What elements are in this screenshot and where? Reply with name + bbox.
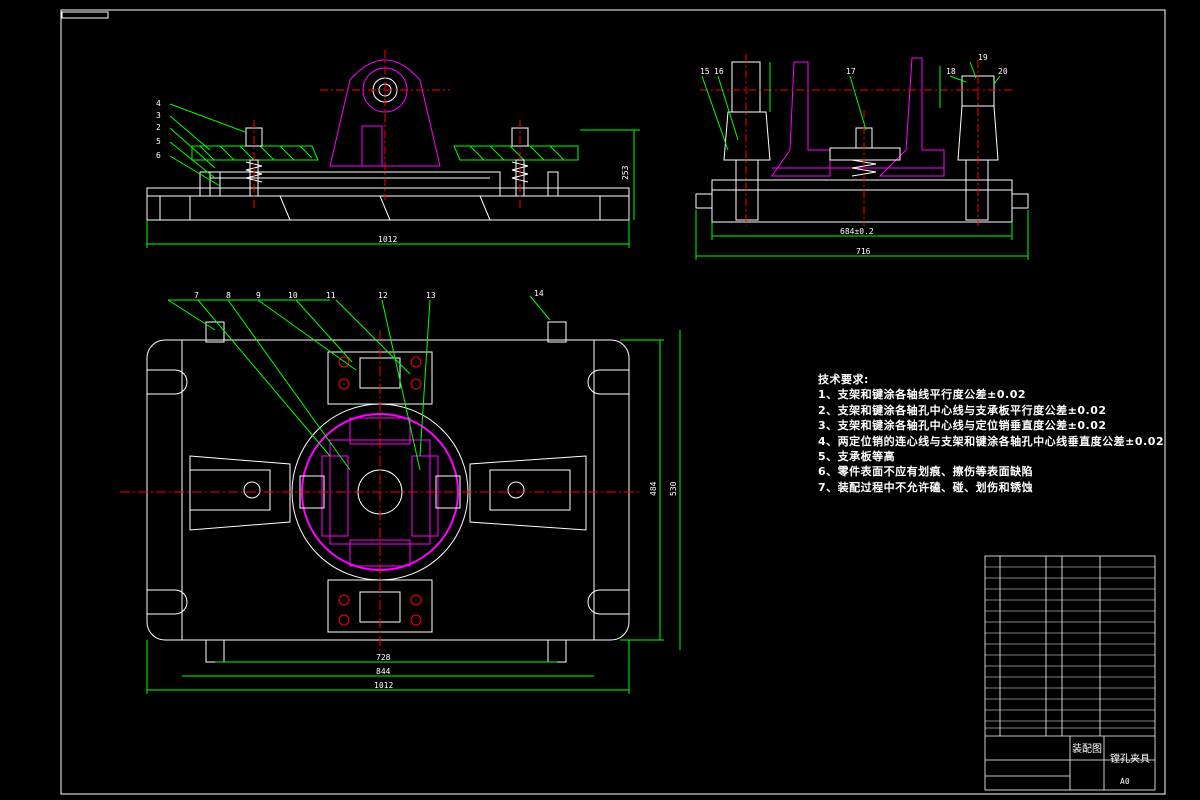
balloon-label: 12 — [378, 291, 388, 300]
balloon-label: 7 — [194, 291, 199, 300]
tech-item: 2、支架和键涂各轴孔中心线与支承板平行度公差±0.02 — [818, 403, 1107, 417]
balloon-label: 15 — [700, 67, 710, 76]
dimension-text: 530 — [669, 481, 678, 496]
tech-item: 5、支承板等高 — [818, 450, 896, 464]
dimension-text: 484 — [649, 481, 658, 496]
tech-item: 1、支架和键涂各轴线平行度公差±0.02 — [818, 388, 1027, 402]
parts-list-rows — [985, 566, 1155, 729]
plan-view — [120, 295, 681, 694]
balloon-label: 14 — [534, 289, 544, 298]
dimension-text: 253 — [621, 165, 630, 180]
balloon-label: 16 — [714, 67, 724, 76]
part-name: 镗孔夹具 — [1110, 752, 1150, 765]
balloon-label: 4 — [156, 99, 161, 108]
dimension-text: 1012 — [374, 681, 393, 690]
title-block-texts: 装配图 镗孔夹具 A0 — [1072, 742, 1150, 786]
balloon-label: 2 — [156, 123, 161, 132]
tech-item: 6、零件表面不应有划痕、擦伤等表面缺陷 — [818, 465, 1034, 479]
drawing-name: 装配图 — [1072, 742, 1102, 755]
balloon-label: 11 — [326, 291, 336, 300]
balloon-label: 13 — [426, 291, 436, 300]
border-tag — [61, 11, 109, 19]
technical-requirements: 技术要求: 1、支架和键涂各轴线平行度公差±0.02 2、支架和键涂各轴孔中心线… — [818, 372, 1164, 495]
balloon-label: 18 — [946, 67, 956, 76]
tech-item: 7、装配过程中不允许磕、碰、划伤和锈蚀 — [818, 480, 1034, 494]
balloon-label: 19 — [978, 53, 988, 62]
balloon-label: 9 — [256, 291, 261, 300]
dimension-text: 728 — [376, 653, 391, 662]
balloon-label: 17 — [846, 67, 856, 76]
balloon-label: 20 — [998, 67, 1008, 76]
tech-title: 技术要求: — [818, 373, 869, 386]
tech-item: 4、两定位销的连心线与支架和键涂各轴孔中心线垂直度公差±0.02 — [818, 434, 1165, 448]
front-view — [146, 50, 640, 248]
sheet-size: A0 — [1120, 777, 1130, 786]
balloon-label: 5 — [156, 137, 161, 146]
balloon-label: 8 — [226, 291, 231, 300]
dimension-text: 684±0.2 — [840, 227, 874, 236]
balloon-label: 3 — [156, 111, 161, 120]
balloon-label: 6 — [156, 151, 161, 160]
balloon-label: 10 — [288, 291, 298, 300]
dimension-text: 716 — [856, 247, 871, 256]
dimension-text: 844 — [376, 667, 391, 676]
dimension-text: 1012 — [378, 235, 397, 244]
tech-item: 3、支架和键涂各轴孔中心线与定位销垂直度公差±0.02 — [818, 419, 1107, 433]
